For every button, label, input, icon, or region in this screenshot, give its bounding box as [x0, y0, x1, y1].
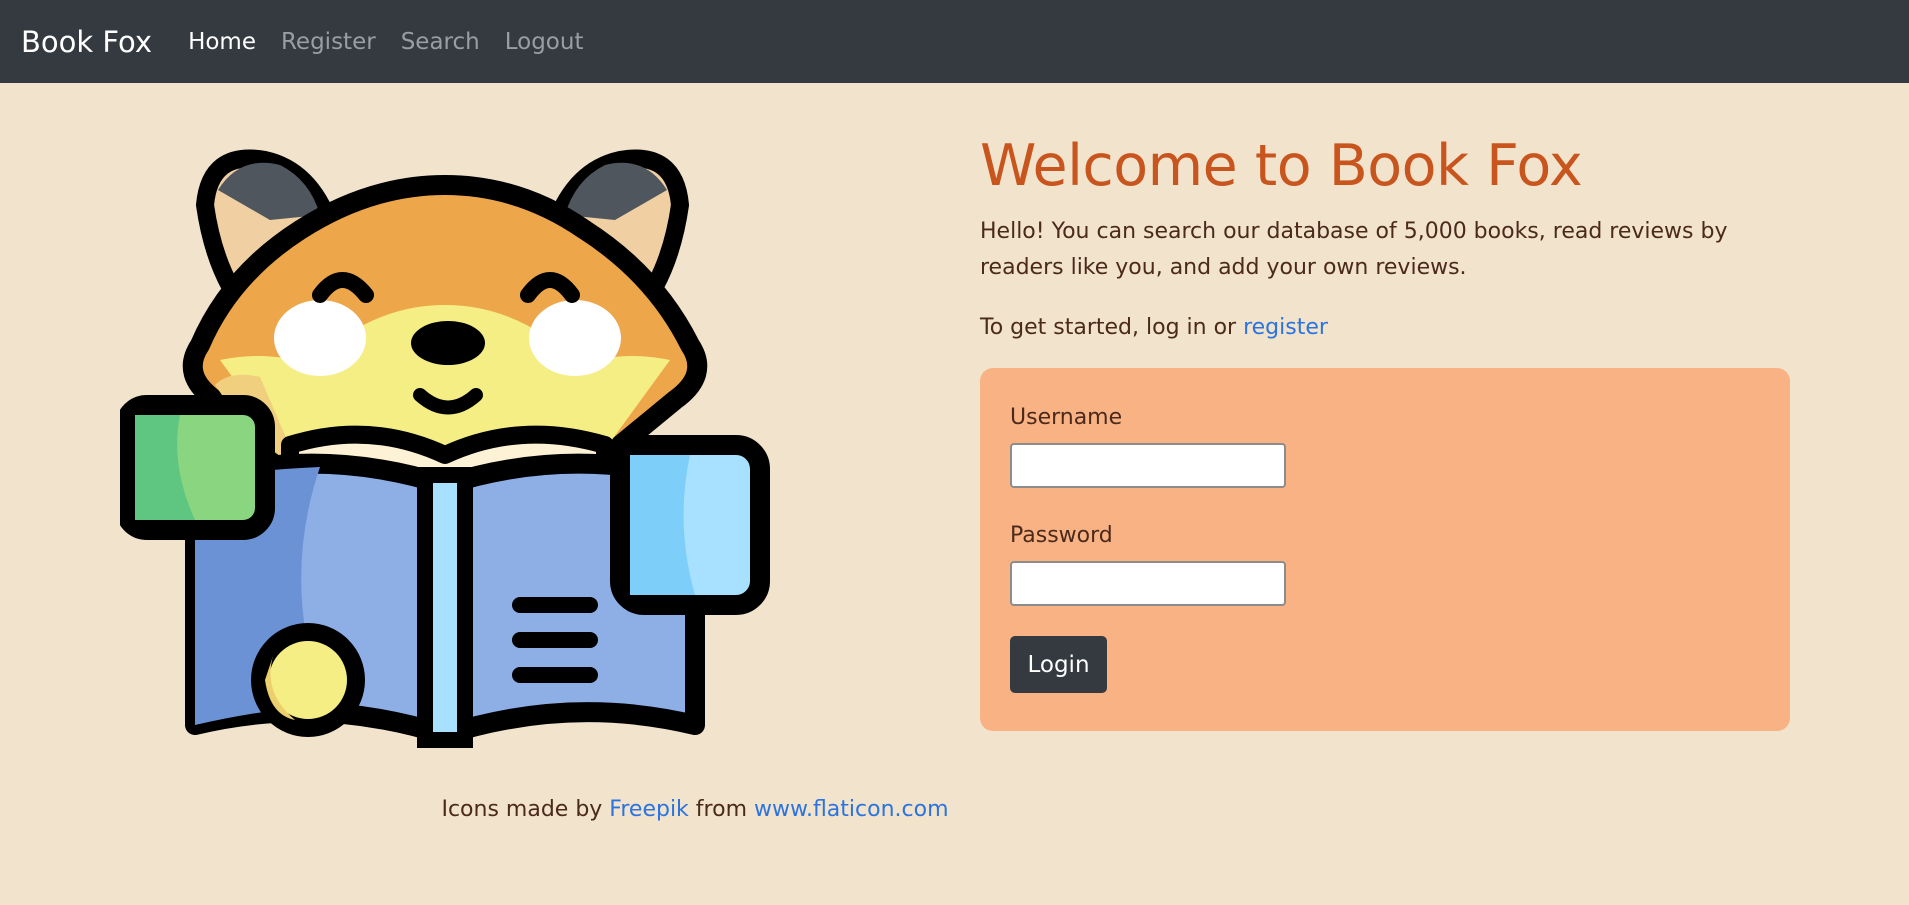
nav-logout[interactable]: Logout — [505, 29, 584, 55]
login-form: Username Password Login — [980, 368, 1790, 731]
nav-search[interactable]: Search — [401, 29, 480, 55]
welcome-section: Welcome to Book Fox Hello! You can searc… — [980, 130, 1790, 346]
password-label: Password — [1010, 523, 1113, 548]
get-started-text: To get started, log in or register — [980, 310, 1790, 346]
nav-home[interactable]: Home — [188, 29, 256, 55]
register-link[interactable]: register — [1243, 315, 1328, 340]
password-input[interactable] — [1010, 561, 1286, 606]
footer-prefix: Icons made by — [441, 797, 610, 822]
get-started-prefix: To get started, log in or — [980, 315, 1244, 340]
navbar: Book Fox Home Register Search Logout — [0, 0, 1909, 83]
fox-reading-book-icon — [120, 149, 770, 748]
freepik-link[interactable]: Freepik — [609, 797, 689, 822]
username-label: Username — [1010, 405, 1123, 430]
flaticon-link[interactable]: www.flaticon.com — [754, 797, 949, 822]
page-title: Welcome to Book Fox — [980, 133, 1583, 199]
brand-link[interactable]: Book Fox — [21, 25, 152, 59]
username-input[interactable] — [1010, 443, 1286, 488]
footer-middle: from — [688, 797, 754, 822]
intro-text: Hello! You can search our database of 5,… — [980, 219, 1728, 280]
attribution-footer: Icons made by Freepik from www.flaticon.… — [0, 795, 1390, 825]
nav-register[interactable]: Register — [281, 29, 376, 55]
login-button[interactable]: Login — [1010, 636, 1107, 693]
